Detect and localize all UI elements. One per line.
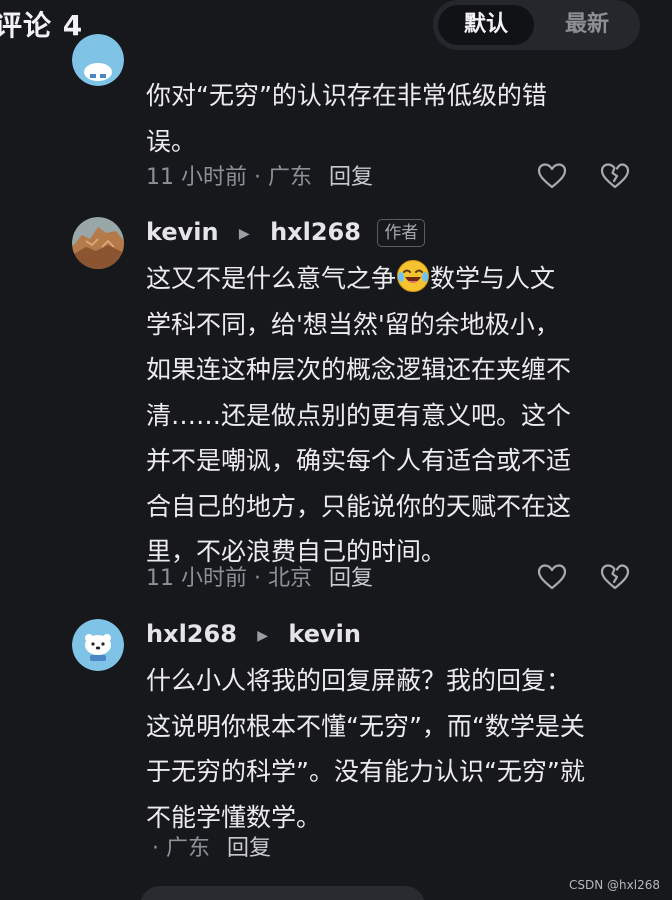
comment-line: 清……还是做点别的更有意义吧。这个: [146, 400, 572, 430]
laughing-crying-emoji-icon: [396, 259, 430, 293]
comment-meta: 11 小时前 · 广东 回复: [146, 163, 373, 193]
comment-header: kevin ▶ hxl268 作者: [146, 216, 426, 248]
reply-button[interactable]: 回复: [329, 165, 373, 190]
comment-line: 于无穷的科学”。没有能力认识“无穷”就: [146, 757, 585, 786]
comment-line: 合自己的地方，只能说你的天赋不在这: [146, 491, 572, 521]
reply-button[interactable]: 回复: [329, 566, 373, 591]
avatar[interactable]: [72, 217, 124, 269]
broken-heart-icon[interactable]: [599, 561, 631, 593]
username[interactable]: hxl268: [146, 620, 237, 648]
avatar[interactable]: [72, 619, 124, 671]
triangle-right-icon: ▶: [257, 628, 269, 644]
comment-line: 这说明你根本不懂“无穷”，而“数学是关: [146, 711, 585, 741]
comment-time-location: 11 小时前 · 广东: [146, 165, 312, 190]
comment-line: 什么小人将我的回复屏蔽？我的回复：: [146, 666, 572, 695]
triangle-right-icon: ▶: [238, 226, 250, 242]
comment-line: 你对“无穷”的认识存在非常低级的错: [146, 81, 547, 110]
broken-heart-icon[interactable]: [599, 160, 631, 192]
watermark: CSDN @hxl268: [569, 878, 660, 892]
comment-line-text: 数学与人文: [430, 264, 556, 293]
sort-default-button[interactable]: 默认: [438, 5, 534, 45]
comment-line-text: 这又不是什么意气之争: [146, 264, 397, 293]
comment-line: 学科不同，给'想当然'留的余地极小，: [146, 309, 560, 339]
comments-page: 评论 4 默认 最新 你对“无穷”的认识存在非常低级的错 误。 11 小时前 ·…: [0, 0, 672, 900]
author-badge: 作者: [377, 219, 426, 247]
heart-icon[interactable]: [536, 561, 568, 593]
reply-target-username[interactable]: hxl268: [270, 218, 361, 246]
comment-time-location: · 广东: [152, 836, 210, 861]
comment-text: 你对“无穷”的认识存在非常低级的错 误。: [146, 73, 646, 164]
comment-meta: 11 小时前 · 北京 回复: [146, 564, 373, 594]
comment-line: 误。: [146, 126, 197, 156]
comments-title: 评论 4: [0, 9, 84, 42]
username[interactable]: kevin: [146, 218, 219, 246]
comment-text: 这又不是什么意气之争 数学与人文 学科不同，给'想当然'留的余地极小， 如果连这…: [146, 256, 646, 575]
comment-input-bar[interactable]: [140, 886, 425, 900]
comment-time-location: 11 小时前 · 北京: [146, 566, 312, 591]
reply-button[interactable]: 回复: [227, 836, 271, 861]
sort-toggle: 默认 最新: [433, 0, 640, 50]
comment-line: 这又不是什么意气之争 数学与人文: [146, 256, 646, 302]
comment-meta: · 广东 回复: [152, 834, 271, 864]
avatar[interactable]: [72, 34, 124, 86]
comment-line: 如果连这种层次的概念逻辑还在夹缠不: [146, 355, 572, 384]
comment-line: 并不是嘲讽，确实每个人有适合或不适: [146, 446, 572, 475]
comment-text: 什么小人将我的回复屏蔽？我的回复： 这说明你根本不懂“无穷”，而“数学是关 于无…: [146, 658, 646, 840]
heart-icon[interactable]: [536, 160, 568, 192]
reply-target-username[interactable]: kevin: [288, 620, 361, 648]
sort-latest-button[interactable]: 最新: [539, 5, 635, 45]
comment-header: hxl268 ▶ kevin: [146, 618, 361, 650]
